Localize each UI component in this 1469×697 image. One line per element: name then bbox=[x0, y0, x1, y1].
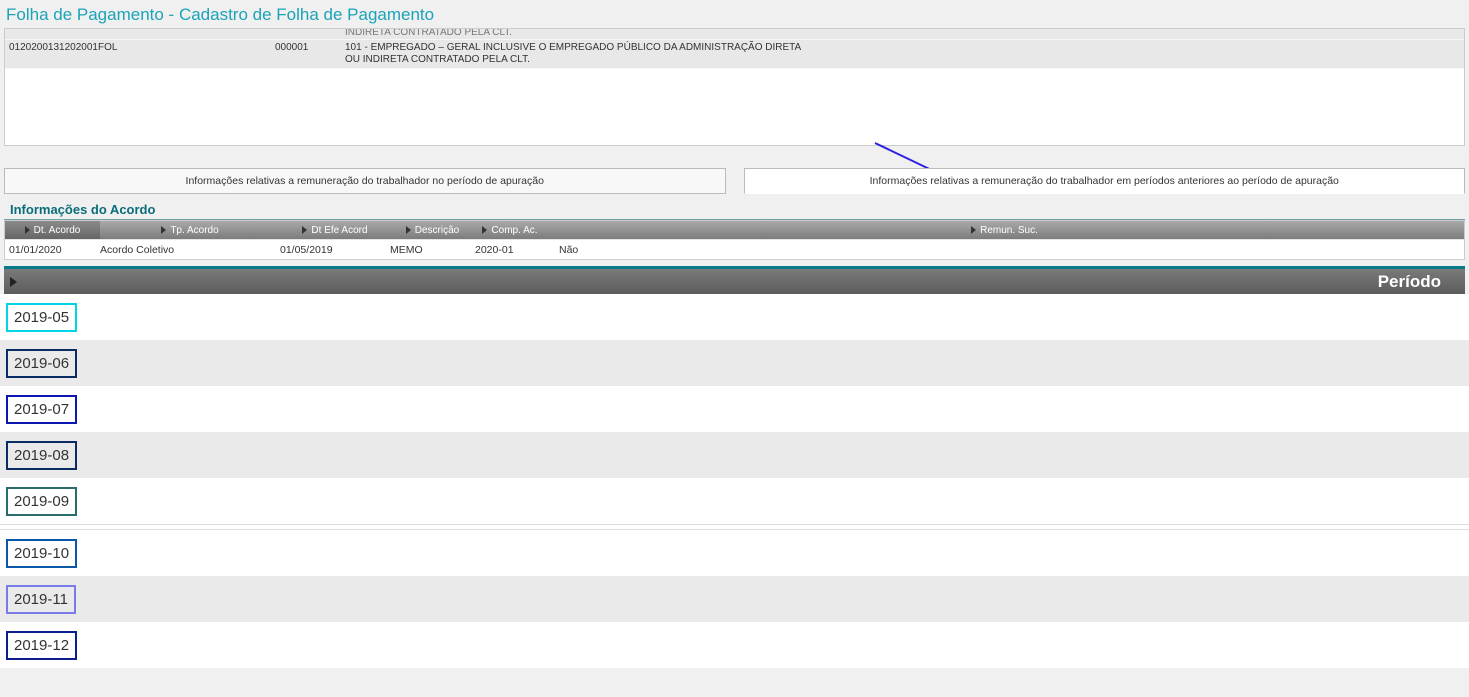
periodo-row[interactable]: 2019-06 bbox=[0, 340, 1469, 386]
upper-row[interactable]: 0120200131202001FOL 000001 101 - EMPREGA… bbox=[5, 40, 1464, 69]
periodo-cell[interactable]: 2019-10 bbox=[6, 539, 77, 568]
cell-dt-acordo: 01/01/2020 bbox=[5, 244, 100, 256]
periodo-rows: 2019-05 2019-06 2019-07 2019-08 2019-09 2019-… bbox=[0, 294, 1469, 668]
periodo-cell[interactable]: 2019-07 bbox=[6, 395, 77, 424]
periodo-cell[interactable]: 2019-08 bbox=[6, 441, 77, 470]
acordo-header: Dt. Acordo Tp. Acordo Dt Efe Acord Descr… bbox=[5, 221, 1464, 239]
cell-descricao: MEMO bbox=[390, 244, 475, 256]
periodo-header-label: Período bbox=[1378, 272, 1441, 292]
acordo-grid: Dt. Acordo Tp. Acordo Dt Efe Acord Descr… bbox=[4, 220, 1465, 260]
cell-remun-suc: Não bbox=[545, 244, 1464, 256]
sort-icon bbox=[25, 226, 30, 234]
col-header-descricao[interactable]: Descrição bbox=[390, 221, 475, 239]
periodo-cell[interactable]: 2019-09 bbox=[6, 487, 77, 516]
upper-row-truncated: INDIRETA CONTRATADO PELA CLT. bbox=[5, 29, 1464, 40]
periodo-row[interactable]: 2019-10 bbox=[0, 530, 1469, 576]
acordo-row[interactable]: 01/01/2020 Acordo Coletivo 01/05/2019 ME… bbox=[5, 239, 1464, 259]
col-label: Tp. Acordo bbox=[170, 225, 218, 236]
tabs: Informações relativas a remuneração do t… bbox=[4, 168, 1465, 194]
periodo-row[interactable]: 2019-07 bbox=[0, 386, 1469, 432]
tab-right-label: Informações relativas a remuneração do t… bbox=[870, 175, 1339, 187]
upper-trunc-desc: INDIRETA CONTRATADO PELA CLT. bbox=[345, 29, 805, 39]
periodo-cell[interactable]: 2019-06 bbox=[6, 349, 77, 378]
col-header-dt-efe[interactable]: Dt Efe Acord bbox=[280, 221, 390, 239]
periodo-row[interactable]: 2019-05 bbox=[0, 294, 1469, 340]
section-title-acordo: Informações do Acordo bbox=[4, 196, 1465, 220]
periodo-row[interactable]: 2019-12 bbox=[0, 622, 1469, 668]
col-label: Descrição bbox=[415, 225, 459, 236]
col-label: Comp. Ac. bbox=[491, 225, 537, 236]
sort-icon bbox=[406, 226, 411, 234]
col-label: Remun. Suc. bbox=[980, 225, 1038, 236]
periodo-cell[interactable]: 2019-11 bbox=[6, 585, 76, 614]
page-title: Folha de Pagamento - Cadastro de Folha d… bbox=[0, 0, 1469, 28]
col-header-remun-suc[interactable]: Remun. Suc. bbox=[545, 221, 1464, 239]
periodo-row[interactable]: 2019-08 bbox=[0, 432, 1469, 478]
tab-periodo-apuracao[interactable]: Informações relativas a remuneração do t… bbox=[4, 168, 726, 194]
upper-col2: 000001 bbox=[275, 42, 345, 66]
periodo-row[interactable]: 2019-11 bbox=[0, 576, 1469, 622]
sort-icon bbox=[482, 226, 487, 234]
upper-col3: 101 - EMPREGADO – GERAL INCLUSIVE O EMPR… bbox=[345, 42, 805, 66]
periodo-row[interactable]: 2019-09 bbox=[0, 478, 1469, 524]
sort-icon bbox=[971, 226, 976, 234]
col-header-tp-acordo[interactable]: Tp. Acordo bbox=[100, 221, 280, 239]
col-label: Dt Efe Acord bbox=[311, 225, 367, 236]
col-header-dt-acordo[interactable]: Dt. Acordo bbox=[5, 221, 100, 239]
cell-comp-ac: 2020-01 bbox=[475, 244, 545, 256]
periodo-header-bar[interactable]: Período bbox=[4, 266, 1465, 294]
col-header-comp-ac[interactable]: Comp. Ac. bbox=[475, 221, 545, 239]
expand-icon bbox=[10, 277, 17, 287]
cell-dt-efe: 01/05/2019 bbox=[280, 244, 390, 256]
cell-tp-acordo: Acordo Coletivo bbox=[100, 244, 280, 256]
tab-periodos-anteriores[interactable]: Informações relativas a remuneração do t… bbox=[744, 168, 1466, 194]
periodo-cell[interactable]: 2019-12 bbox=[6, 631, 77, 660]
upper-grid: INDIRETA CONTRATADO PELA CLT. 0120200131… bbox=[4, 28, 1465, 146]
upper-col1: 0120200131202001FOL bbox=[5, 42, 275, 66]
sort-icon bbox=[161, 226, 166, 234]
tab-left-label: Informações relativas a remuneração do t… bbox=[186, 175, 544, 187]
periodo-cell[interactable]: 2019-05 bbox=[6, 303, 77, 332]
col-label: Dt. Acordo bbox=[34, 225, 81, 236]
sort-icon bbox=[302, 226, 307, 234]
